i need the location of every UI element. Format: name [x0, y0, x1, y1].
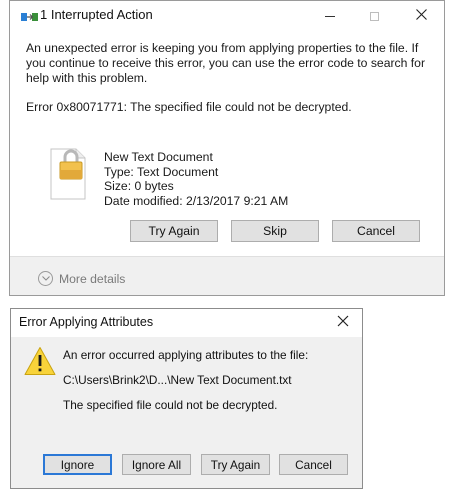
close-icon — [337, 314, 349, 332]
minimize-icon — [325, 15, 335, 17]
error-code: Error 0x80071771: The specified file cou… — [26, 100, 352, 114]
file-date-modified: Date modified: 2/13/2017 9:21 AM — [104, 193, 289, 208]
error-message: An unexpected error is keeping you from … — [26, 41, 426, 85]
ignore-button[interactable]: Ignore — [43, 454, 112, 475]
locked-file-icon — [48, 148, 88, 200]
close-icon — [415, 7, 427, 25]
copy-progress-icon — [21, 10, 39, 22]
close-button[interactable] — [400, 1, 442, 31]
chevron-down-icon — [38, 271, 53, 286]
minimize-button[interactable] — [309, 1, 351, 31]
file-path: C:\Users\Brink2\D...\New Text Document.t… — [63, 373, 292, 387]
dialog-title: Error Applying Attributes — [19, 315, 154, 329]
file-type: Type: Text Document — [104, 164, 219, 179]
maximize-icon — [369, 11, 379, 21]
title-bar: 1 Interrupted Action — [10, 1, 444, 31]
error-description: An error occurred applying attributes to… — [63, 348, 309, 362]
cancel-button[interactable]: Cancel — [332, 220, 420, 242]
more-details-toggle[interactable]: More details — [38, 271, 125, 286]
file-size: Size: 0 bytes — [104, 179, 174, 193]
error-applying-attributes-dialog: Error Applying Attributes An error occur… — [10, 308, 363, 489]
error-reason: The specified file could not be decrypte… — [63, 398, 278, 412]
cancel-button[interactable]: Cancel — [279, 454, 348, 475]
try-again-button[interactable]: Try Again — [201, 454, 270, 475]
title-bar: Error Applying Attributes — [11, 309, 362, 337]
warning-icon — [24, 346, 56, 376]
file-details: New Text Document Type: Text Document Si… — [104, 150, 288, 208]
dialog-footer: More details — [10, 256, 444, 295]
dialog-title: 1 Interrupted Action — [40, 7, 153, 22]
file-name: New Text Document — [104, 150, 213, 164]
skip-button[interactable]: Skip — [231, 220, 319, 242]
more-details-label: More details — [59, 271, 126, 286]
maximize-button[interactable] — [353, 1, 395, 31]
close-button[interactable] — [333, 313, 353, 333]
interrupted-action-dialog: 1 Interrupted Action An unexpected error… — [9, 0, 445, 296]
ignore-all-button[interactable]: Ignore All — [122, 454, 191, 475]
try-again-button[interactable]: Try Again — [130, 220, 218, 242]
